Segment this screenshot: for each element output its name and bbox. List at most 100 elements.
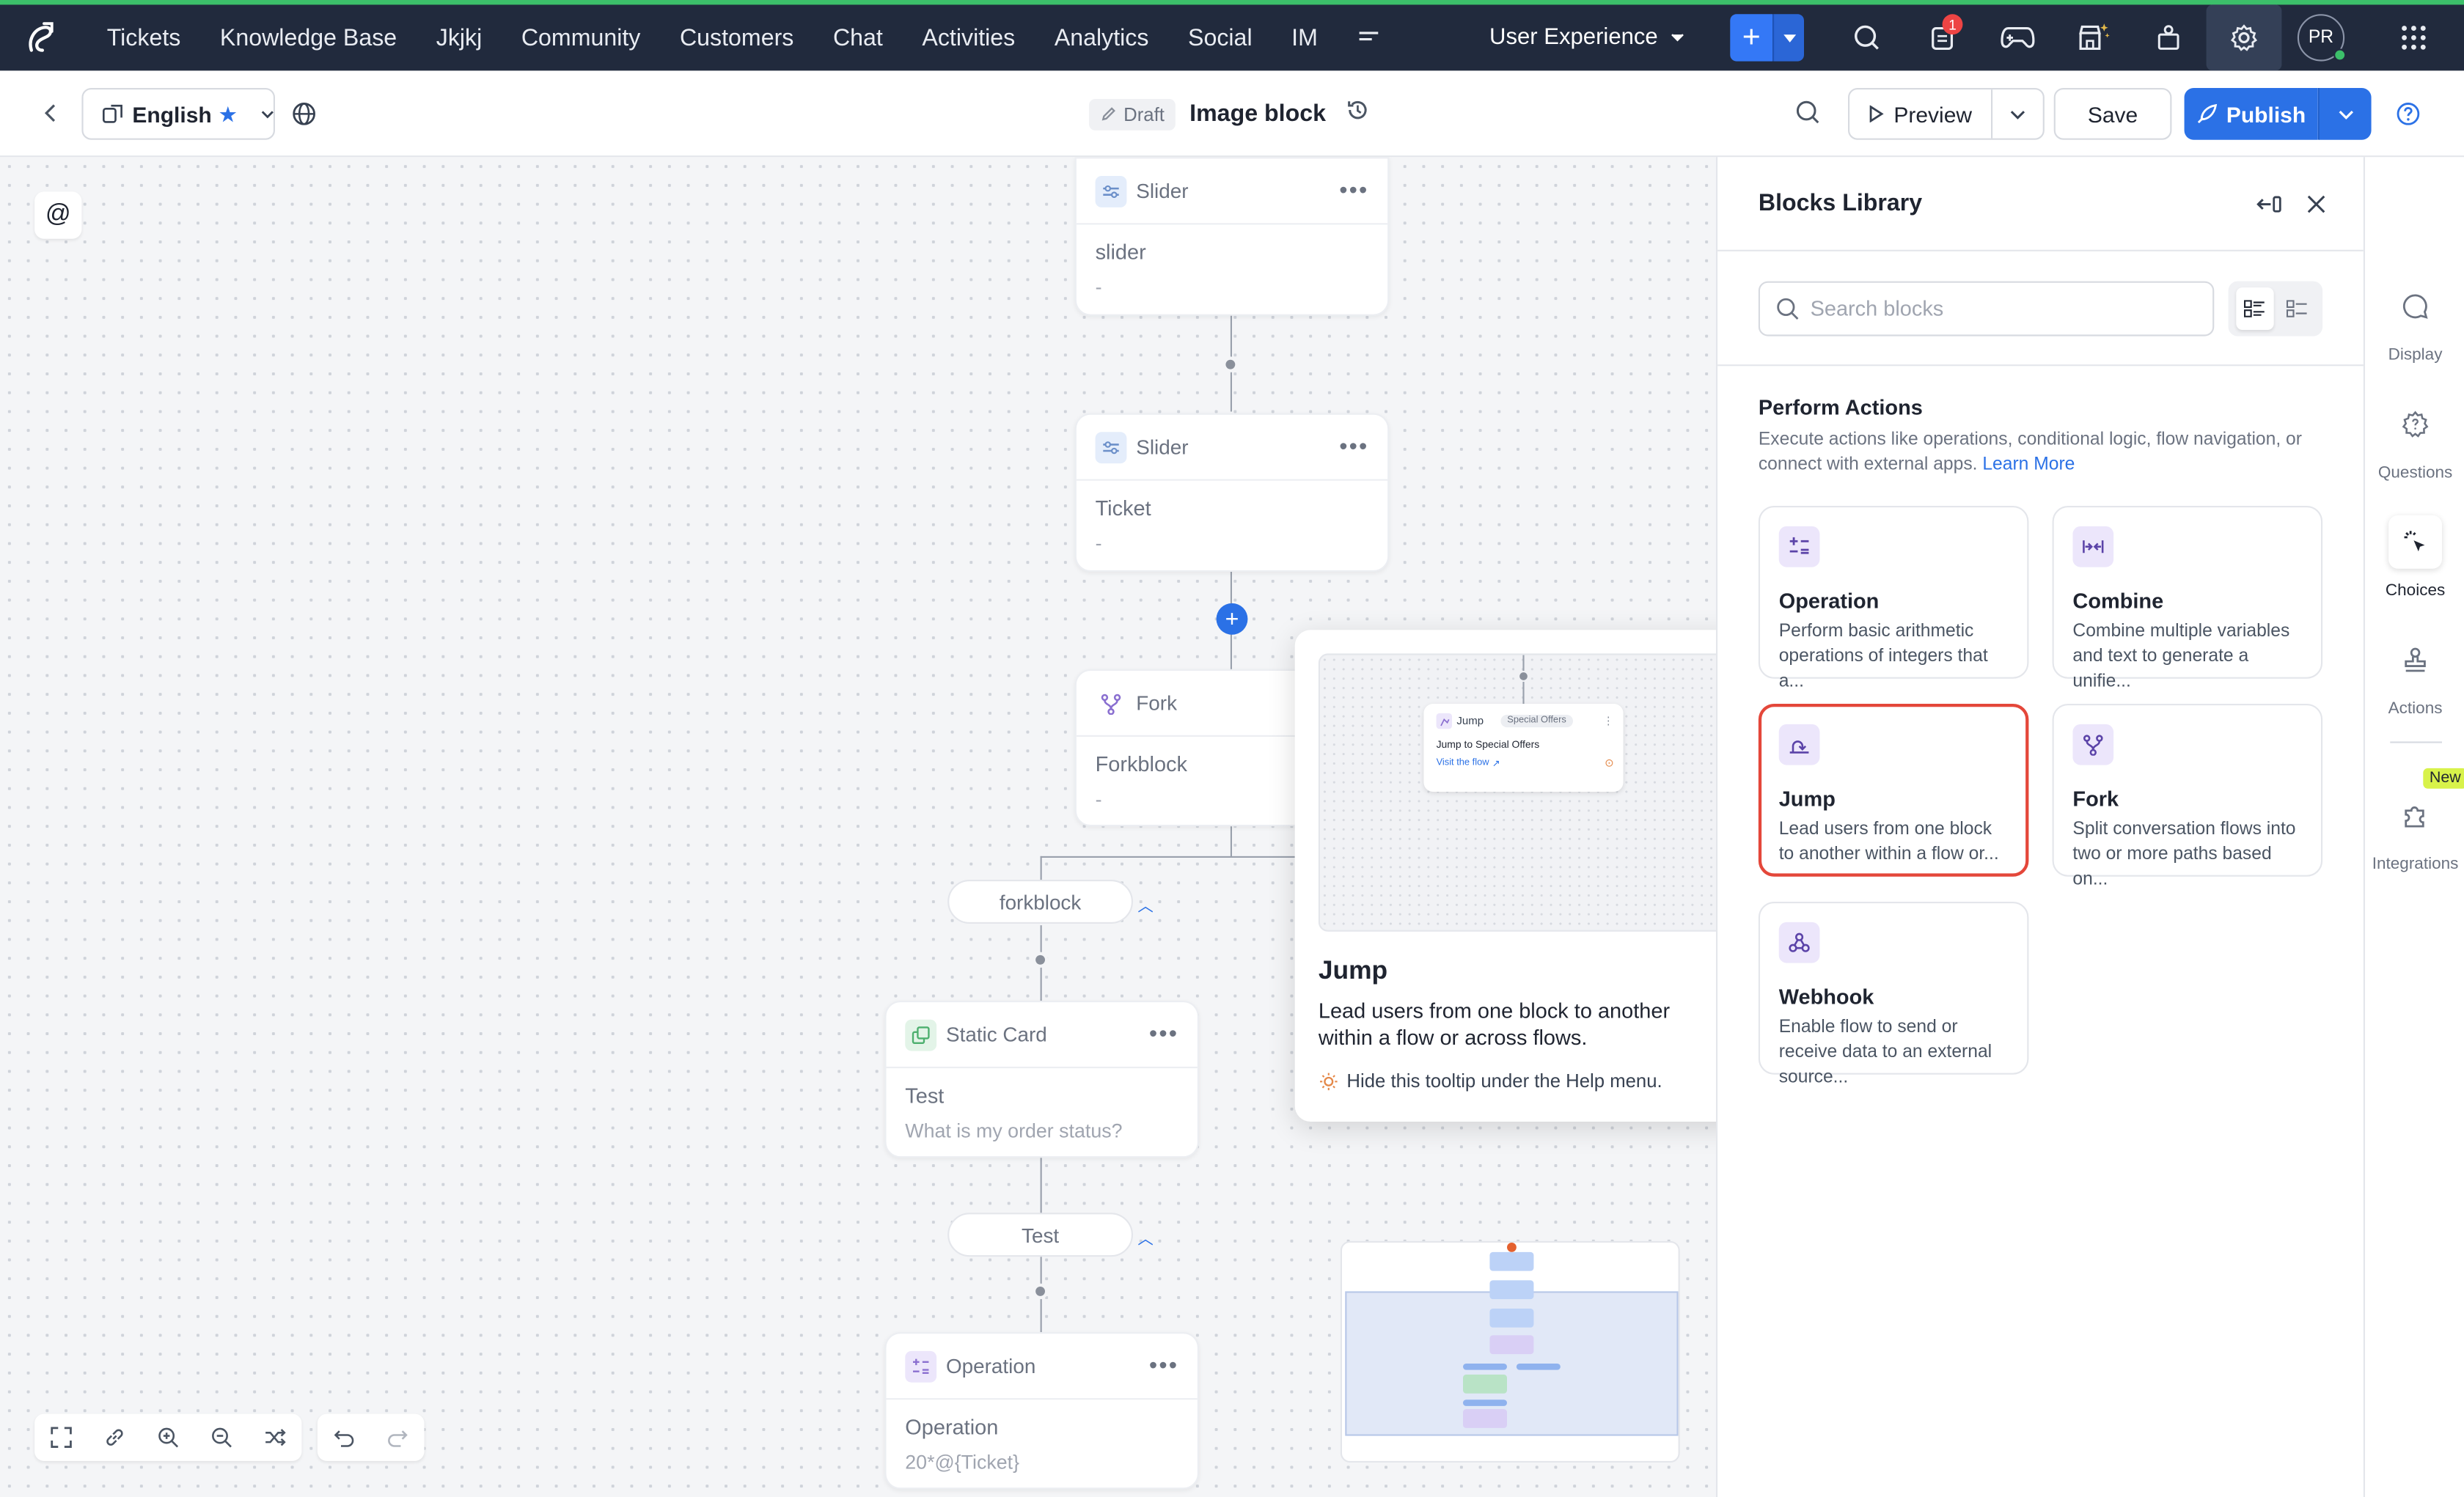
learning-icon[interactable] bbox=[2131, 4, 2207, 70]
nav-analytics[interactable]: Analytics bbox=[1055, 24, 1149, 51]
globe-icon[interactable] bbox=[290, 100, 317, 135]
slider-block-node[interactable]: Slider ••• slider - bbox=[1074, 157, 1390, 316]
block-preview-image: Jump Special Offers ⋮ Jump to Special Of… bbox=[1318, 653, 1726, 932]
more-menu-icon[interactable] bbox=[1357, 24, 1379, 51]
zoom-in-icon[interactable] bbox=[142, 1414, 195, 1461]
static-card-block-node[interactable]: Static Card ••• Test What is my order st… bbox=[884, 1001, 1199, 1158]
redo-icon[interactable] bbox=[371, 1414, 425, 1461]
compact-view-icon[interactable] bbox=[2278, 287, 2315, 330]
node-type-label: Slider bbox=[1136, 179, 1189, 203]
publish-options-dropdown[interactable] bbox=[2317, 88, 2372, 140]
undo-icon[interactable] bbox=[318, 1414, 371, 1461]
tooltip-hint-text: Hide this tooltip under the Help menu. bbox=[1346, 1070, 1662, 1092]
rail-item-integrations[interactable]: Integrations bbox=[2365, 789, 2464, 873]
minimap-node bbox=[1489, 1309, 1534, 1328]
rail-item-questions[interactable]: Questions bbox=[2365, 397, 2464, 482]
online-status-indicator bbox=[2333, 48, 2347, 62]
collapse-chevron-icon[interactable]: ︿ bbox=[1137, 1225, 1153, 1249]
department-label: User Experience bbox=[1489, 25, 1658, 51]
search-input[interactable] bbox=[1810, 297, 2188, 321]
settings-gear-icon[interactable] bbox=[2206, 4, 2282, 71]
help-icon[interactable] bbox=[2395, 100, 2421, 135]
preview-visit-link-label: Visit the flow bbox=[1436, 759, 1489, 768]
save-button[interactable]: Save bbox=[2053, 88, 2172, 140]
add-block-plus-icon[interactable]: + bbox=[1216, 603, 1248, 635]
fit-screen-icon[interactable] bbox=[34, 1414, 88, 1461]
notifications-icon[interactable]: 1 bbox=[1904, 4, 1980, 70]
block-search-field[interactable] bbox=[1758, 281, 2215, 336]
more-options-icon[interactable]: ••• bbox=[1339, 177, 1368, 204]
preview-label: Preview bbox=[1893, 101, 1973, 127]
cursor-click-icon bbox=[2388, 515, 2442, 569]
branch-label[interactable]: forkblock bbox=[947, 880, 1133, 924]
link-icon[interactable] bbox=[88, 1414, 142, 1461]
rail-item-display[interactable]: Display bbox=[2365, 279, 2464, 364]
search-icon[interactable] bbox=[1794, 99, 1821, 133]
slider-block-node[interactable]: Slider ••• Ticket - bbox=[1074, 413, 1390, 572]
language-label: English bbox=[132, 101, 212, 127]
list-view-icon[interactable] bbox=[2235, 287, 2273, 330]
canvas-toolbar bbox=[34, 1413, 425, 1461]
view-tools-group bbox=[34, 1413, 302, 1461]
node-header: Slider ••• bbox=[1076, 415, 1388, 481]
block-card-combine[interactable]: Combine Combine multiple variables and t… bbox=[2052, 506, 2323, 691]
top-navigation-bar: Tickets Knowledge Base Jkjkj Community C… bbox=[0, 0, 2464, 71]
gamepad-icon[interactable] bbox=[1980, 4, 2056, 70]
collapse-panel-icon[interactable] bbox=[2256, 194, 2281, 213]
preview-button[interactable]: Preview bbox=[1849, 89, 1993, 139]
preview-split-button: Preview bbox=[1848, 88, 2045, 140]
page-title[interactable]: Image block bbox=[1189, 100, 1326, 127]
more-options-icon[interactable]: ••• bbox=[1339, 433, 1368, 460]
operation-block-node[interactable]: Operation ••• Operation 20*@{Ticket} bbox=[884, 1332, 1199, 1490]
play-icon bbox=[1869, 105, 1884, 123]
variables-at-button[interactable]: @ bbox=[34, 191, 82, 239]
more-options-icon[interactable]: ••• bbox=[1149, 1353, 1178, 1379]
canvas-minimap[interactable] bbox=[1340, 1240, 1680, 1463]
rail-item-actions[interactable]: Actions bbox=[2365, 633, 2464, 718]
question-gear-icon bbox=[2388, 397, 2442, 451]
back-chevron-icon[interactable] bbox=[34, 98, 66, 129]
node-title: Test bbox=[905, 1084, 945, 1108]
quick-create-dropdown[interactable] bbox=[1772, 14, 1804, 62]
user-avatar[interactable]: PR bbox=[2297, 14, 2347, 62]
jump-icon bbox=[1436, 713, 1452, 729]
app-logo-icon[interactable] bbox=[0, 4, 81, 70]
apps-grid-icon[interactable] bbox=[2376, 4, 2452, 70]
nav-activities[interactable]: Activities bbox=[922, 24, 1015, 51]
language-selector[interactable]: English ★ bbox=[81, 88, 276, 140]
block-card-operation[interactable]: Operation Perform basic arithmetic opera… bbox=[1758, 506, 2029, 691]
collapse-chevron-icon[interactable]: ︿ bbox=[1137, 892, 1153, 916]
nav-community[interactable]: Community bbox=[521, 24, 641, 51]
jump-block-preview-card: Jump Special Offers ⋮ Jump to Special Of… bbox=[1423, 704, 1624, 792]
learn-more-link[interactable]: Learn More bbox=[1982, 455, 2075, 474]
nav-tickets[interactable]: Tickets bbox=[107, 24, 181, 51]
slider-icon bbox=[1095, 174, 1127, 207]
nav-chat[interactable]: Chat bbox=[833, 24, 883, 51]
combine-icon bbox=[2072, 526, 2114, 567]
more-options-icon[interactable]: ••• bbox=[1149, 1021, 1178, 1048]
add-icon[interactable]: + bbox=[1730, 14, 1773, 62]
marketplace-icon[interactable] bbox=[2056, 4, 2131, 70]
publish-button[interactable]: Publish bbox=[2184, 88, 2318, 140]
nav-im[interactable]: IM bbox=[1291, 24, 1318, 51]
nav-knowledge-base[interactable]: Knowledge Base bbox=[220, 24, 397, 51]
block-card-fork[interactable]: Fork Split conversation flows into two o… bbox=[2052, 704, 2323, 889]
zoom-out-icon[interactable] bbox=[195, 1414, 249, 1461]
nav-customers[interactable]: Customers bbox=[680, 24, 793, 51]
preview-options-dropdown[interactable] bbox=[1992, 89, 2043, 138]
block-card-jump[interactable]: Jump Lead users from one block to anothe… bbox=[1758, 704, 2029, 877]
fork-icon bbox=[2072, 724, 2114, 765]
close-icon[interactable] bbox=[2307, 194, 2326, 213]
search-icon[interactable] bbox=[1829, 4, 1904, 70]
branch-label[interactable]: Test bbox=[947, 1213, 1133, 1257]
nav-jkjkj[interactable]: Jkjkj bbox=[436, 24, 483, 51]
rail-item-choices[interactable]: Choices bbox=[2365, 515, 2464, 600]
block-card-webhook[interactable]: Webhook Enable flow to send or receive d… bbox=[1758, 902, 2029, 1087]
shuffle-layout-icon[interactable] bbox=[249, 1414, 302, 1461]
stamp-icon bbox=[2388, 633, 2442, 687]
translate-icon bbox=[102, 104, 122, 123]
view-mode-toggle bbox=[2228, 281, 2323, 336]
department-selector[interactable]: User Experience bbox=[1489, 25, 1684, 51]
nav-social[interactable]: Social bbox=[1188, 24, 1253, 51]
version-history-icon[interactable] bbox=[1345, 98, 1370, 130]
